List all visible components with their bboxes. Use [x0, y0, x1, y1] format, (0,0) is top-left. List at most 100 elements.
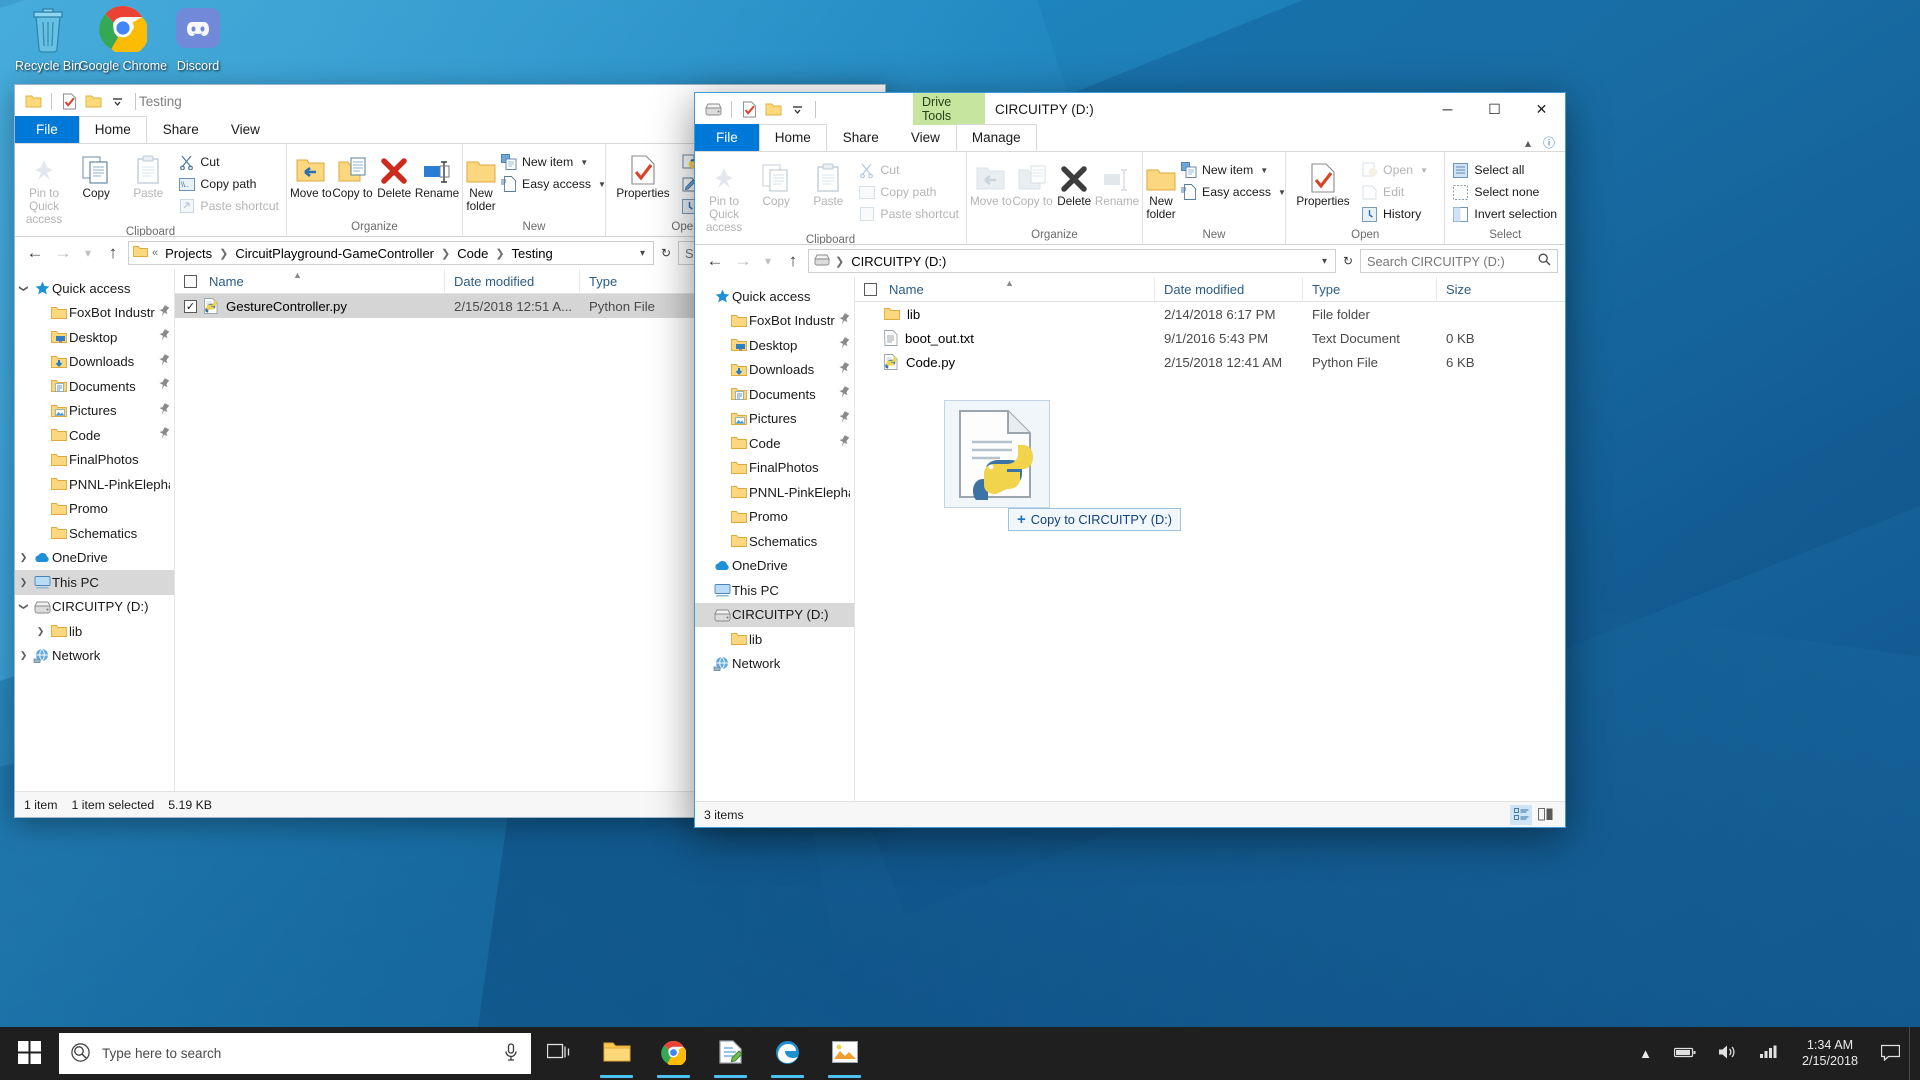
active-titlebar[interactable]: Drive Tools CIRCUITPY (D:) ─ ☐ ✕ — [695, 93, 1565, 125]
microphone-icon[interactable] — [503, 1043, 519, 1064]
nav-item-lib[interactable]: lib — [695, 627, 854, 652]
show-desktop-button[interactable] — [1909, 1027, 1920, 1080]
tab-file[interactable]: File — [695, 124, 759, 151]
file-name-cell[interactable]: ✓ GestureController.py — [175, 298, 445, 314]
breadcrumb-separator[interactable]: ❯ — [835, 255, 844, 268]
up-button[interactable]: ↑ — [780, 248, 806, 274]
new-folder-icon[interactable] — [84, 92, 103, 111]
column-header-date-modified[interactable]: Date modified — [445, 269, 580, 293]
copy-to-button[interactable]: Copy to — [332, 147, 374, 200]
chevron-down-icon[interactable]: ▼ — [1420, 166, 1428, 175]
delete-button[interactable]: Delete — [1053, 155, 1095, 208]
paste-button[interactable]: Paste — [122, 147, 174, 200]
pin-small-icon[interactable] — [835, 410, 850, 427]
customize-caret-icon[interactable] — [788, 100, 807, 119]
nav-item-code[interactable]: Code — [15, 423, 174, 448]
chevron-down-icon[interactable]: ▼ — [598, 180, 606, 189]
taskbar-app-file-explorer[interactable] — [588, 1027, 645, 1080]
breadcrumb-separator[interactable]: ❯ — [219, 247, 228, 260]
nav-item-foxbot-industries[interactable]: FoxBot Industries — [15, 301, 174, 326]
pin-small-icon[interactable] — [155, 304, 170, 321]
nav-item-downloads[interactable]: Downloads — [15, 350, 174, 375]
chevron-up-icon[interactable]: ▴ — [1525, 136, 1531, 150]
help-icon[interactable]: ⓘ — [1543, 134, 1555, 151]
tab-file[interactable]: File — [15, 116, 79, 143]
paste-shortcut-button[interactable]: Paste shortcut — [174, 195, 283, 217]
chevron-right-icon[interactable]: ❯ — [15, 552, 32, 563]
close-button[interactable]: ✕ — [1518, 93, 1565, 125]
column-header-date-modified[interactable]: Date modified — [1155, 277, 1303, 301]
nav-item-lib[interactable]: ❯ lib — [15, 619, 174, 644]
customize-caret-icon[interactable] — [108, 92, 127, 111]
refresh-icon[interactable]: ↻ — [656, 240, 676, 266]
tab-home[interactable]: Home — [758, 124, 827, 151]
file-explorer-window-circuitpy[interactable]: Drive Tools CIRCUITPY (D:) ─ ☐ ✕ File Ho… — [694, 92, 1566, 828]
properties-button[interactable]: Properties — [1289, 155, 1357, 208]
active-file-list[interactable]: lib 2/14/2018 6:17 PM File folder boot_out.… — [855, 302, 1565, 801]
nav-item-promo[interactable]: Promo — [695, 505, 854, 530]
tab-home[interactable]: Home — [78, 116, 147, 143]
cut-button[interactable]: Cut — [174, 151, 283, 173]
nav-item-this-pc[interactable]: ❯ This PC — [15, 570, 174, 595]
task-view-button[interactable] — [531, 1027, 588, 1080]
taskbar-app-google-chrome[interactable] — [645, 1027, 702, 1080]
nav-item-network[interactable]: Network — [695, 652, 854, 677]
rename-button[interactable]: Rename — [1095, 155, 1139, 208]
chevron-down-icon[interactable]: ▾ — [1318, 256, 1331, 267]
new-folder-icon[interactable] — [764, 100, 783, 119]
chevron-down-icon[interactable]: ▾ — [636, 248, 649, 259]
new-item-button[interactable]: New item ▼ — [496, 151, 610, 173]
breadcrumb-projects[interactable]: Projects — [162, 246, 215, 261]
copy-path-button[interactable]: Copy path — [854, 181, 963, 203]
tray-battery[interactable] — [1663, 1027, 1707, 1080]
taskbar-app-image-viewer[interactable] — [816, 1027, 873, 1080]
history-button[interactable]: History — [1357, 203, 1432, 225]
file-row[interactable]: lib 2/14/2018 6:17 PM File folder — [855, 302, 1565, 326]
chevron-down-icon[interactable]: ▼ — [580, 158, 588, 167]
cut-button[interactable]: Cut — [854, 159, 963, 181]
tray-volume[interactable] — [1707, 1027, 1748, 1080]
pin-small-icon[interactable] — [155, 378, 170, 394]
chevron-right-icon[interactable]: ❯ — [32, 626, 49, 637]
minimize-button[interactable]: ─ — [1424, 93, 1471, 125]
nav-item-pictures[interactable]: Pictures — [695, 407, 854, 432]
file-checkbox[interactable]: ✓ — [184, 299, 197, 313]
copy-path-button[interactable]: \\.. Copy path — [174, 173, 283, 195]
recent-locations-button[interactable]: ▾ — [758, 248, 778, 274]
taskbar-app-browser-alt[interactable] — [759, 1027, 816, 1080]
taskbar-search-input[interactable]: Type here to search — [102, 1046, 491, 1061]
maximize-button[interactable]: ☐ — [1471, 93, 1518, 125]
nav-item-desktop[interactable]: Desktop — [695, 333, 854, 358]
pin-small-icon[interactable] — [155, 427, 170, 443]
nav-item-circuitpy-d[interactable]: ❯ CIRCUITPY (D:) — [15, 595, 174, 620]
start-button[interactable] — [0, 1027, 59, 1080]
rename-button[interactable]: Rename — [415, 147, 459, 200]
taskbar[interactable]: Type here to search ▲ 1:34 AM 2/15/2018 — [0, 1027, 1920, 1080]
view-buttons[interactable] — [1510, 804, 1556, 825]
bg-address-bar[interactable]: « Projects ❯ CircuitPlayground-GameContr… — [128, 241, 654, 265]
new-folder-button[interactable]: New folder — [466, 147, 496, 213]
pin-small-icon[interactable] — [835, 337, 850, 353]
chevron-down-icon[interactable]: ❯ — [18, 598, 29, 615]
nav-item-pnnl-pinkelephant[interactable]: PNNL-PinkElephant — [15, 472, 174, 497]
search-input[interactable]: Search CIRCUITPY (D:) — [1367, 254, 1532, 269]
nav-item-documents[interactable]: Documents — [15, 374, 174, 399]
window-controls[interactable]: ─ ☐ ✕ — [1424, 93, 1565, 125]
pin-to-quick-access-button[interactable]: Pin to Quick access — [698, 155, 750, 234]
pin-small-icon[interactable] — [155, 353, 170, 370]
active-quick-access-toolbar[interactable] — [695, 93, 819, 125]
ribbon-toggles[interactable]: ▴ ⓘ — [1525, 134, 1565, 151]
pin-small-icon[interactable] — [835, 435, 850, 451]
move-to-button[interactable]: Move to — [290, 147, 332, 200]
properties-icon[interactable] — [740, 100, 759, 119]
taskbar-clock[interactable]: 1:34 AM 2/15/2018 — [1788, 1038, 1872, 1069]
desktop-icon-discord[interactable]: Discord — [150, 4, 246, 73]
recent-locations-button[interactable]: ▾ — [78, 240, 98, 266]
active-file-pane[interactable]: ▲ Name Date modified Type Size lib 2/14/2… — [855, 277, 1565, 801]
pin-small-icon[interactable] — [155, 329, 170, 345]
copy-button[interactable]: Copy — [70, 147, 122, 200]
up-button[interactable]: ↑ — [100, 240, 126, 266]
breadcrumb-separator[interactable]: ❯ — [441, 247, 450, 260]
new-item-button[interactable]: New item ▼ — [1176, 159, 1290, 181]
breadcrumb-overflow[interactable]: « — [152, 247, 158, 259]
